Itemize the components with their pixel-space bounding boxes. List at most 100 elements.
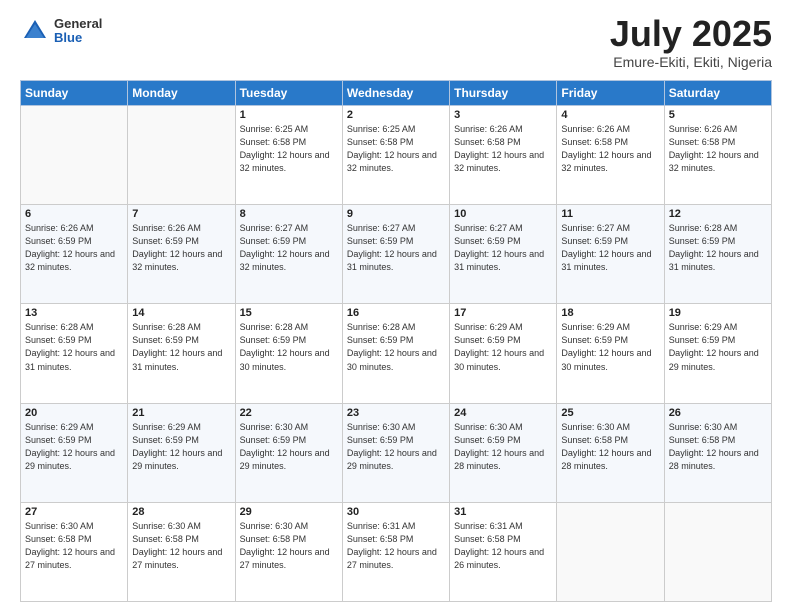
calendar-cell: [21, 106, 128, 205]
day-info: Sunrise: 6:28 AM Sunset: 6:59 PM Dayligh…: [240, 321, 338, 373]
day-info: Sunrise: 6:27 AM Sunset: 6:59 PM Dayligh…: [347, 222, 445, 274]
day-number: 27: [25, 506, 123, 518]
day-info: Sunrise: 6:27 AM Sunset: 6:59 PM Dayligh…: [240, 222, 338, 274]
day-number: 23: [347, 407, 445, 419]
day-number: 2: [347, 109, 445, 121]
day-number: 21: [132, 407, 230, 419]
logo-blue-text: Blue: [54, 31, 102, 45]
day-number: 16: [347, 307, 445, 319]
day-number: 7: [132, 208, 230, 220]
calendar-cell: 3Sunrise: 6:26 AM Sunset: 6:58 PM Daylig…: [450, 106, 557, 205]
day-number: 9: [347, 208, 445, 220]
day-info: Sunrise: 6:26 AM Sunset: 6:59 PM Dayligh…: [132, 222, 230, 274]
day-header-friday: Friday: [557, 81, 664, 106]
day-number: 24: [454, 407, 552, 419]
day-header-tuesday: Tuesday: [235, 81, 342, 106]
calendar-cell: 14Sunrise: 6:28 AM Sunset: 6:59 PM Dayli…: [128, 304, 235, 403]
title-location: Emure-Ekiti, Ekiti, Nigeria: [610, 54, 772, 70]
day-number: 19: [669, 307, 767, 319]
day-number: 4: [561, 109, 659, 121]
calendar-cell: 7 Sunrise: 6:26 AM Sunset: 6:59 PM Daylig…: [128, 205, 235, 304]
day-info: Sunrise: 6:30 AM Sunset: 6:59 PM Dayligh…: [240, 421, 338, 473]
calendar-week-3: 13 Sunrise: 6:28 AM Sunset: 6:59 PM Dayli…: [21, 304, 772, 403]
calendar-cell: 31 Sunrise: 6:31 AM Sunset: 6:58 PM Dayli…: [450, 502, 557, 601]
day-header-wednesday: Wednesday: [342, 81, 449, 106]
day-info: Sunrise: 6:29 AM Sunset: 6:59 PM Dayligh…: [669, 321, 767, 373]
calendar-cell: 12Sunrise: 6:28 AM Sunset: 6:59 PM Dayli…: [664, 205, 771, 304]
day-info: Sunrise: 6:29 AM Sunset: 6:59 PM Dayligh…: [132, 421, 230, 473]
title-block: July 2025 Emure-Ekiti, Ekiti, Nigeria: [610, 16, 772, 70]
day-number: 18: [561, 307, 659, 319]
calendar-cell: [557, 502, 664, 601]
calendar-cell: 15 Sunrise: 6:28 AM Sunset: 6:59 PM Dayli…: [235, 304, 342, 403]
day-number: 14: [132, 307, 230, 319]
day-header-thursday: Thursday: [450, 81, 557, 106]
title-month: July 2025: [610, 16, 772, 52]
day-info: Sunrise: 6:27 AM Sunset: 6:59 PM Dayligh…: [561, 222, 659, 274]
day-info: Sunrise: 6:30 AM Sunset: 6:58 PM Dayligh…: [669, 421, 767, 473]
logo-general-text: General: [54, 17, 102, 31]
day-info: Sunrise: 6:29 AM Sunset: 6:59 PM Dayligh…: [25, 421, 123, 473]
day-number: 12: [669, 208, 767, 220]
calendar-cell: 8 Sunrise: 6:27 AM Sunset: 6:59 PM Daylig…: [235, 205, 342, 304]
day-info: Sunrise: 6:30 AM Sunset: 6:59 PM Dayligh…: [347, 421, 445, 473]
day-number: 1: [240, 109, 338, 121]
calendar-cell: 24 Sunrise: 6:30 AM Sunset: 6:59 PM Dayli…: [450, 403, 557, 502]
calendar-cell: 9 Sunrise: 6:27 AM Sunset: 6:59 PM Daylig…: [342, 205, 449, 304]
calendar-header-row: SundayMondayTuesdayWednesdayThursdayFrid…: [21, 81, 772, 106]
day-info: Sunrise: 6:29 AM Sunset: 6:59 PM Dayligh…: [561, 321, 659, 373]
day-info: Sunrise: 6:26 AM Sunset: 6:59 PM Dayligh…: [25, 222, 123, 274]
calendar-cell: 5 Sunrise: 6:26 AM Sunset: 6:58 PM Daylig…: [664, 106, 771, 205]
calendar-week-5: 27 Sunrise: 6:30 AM Sunset: 6:58 PM Dayli…: [21, 502, 772, 601]
calendar-cell: 20 Sunrise: 6:29 AM Sunset: 6:59 PM Dayli…: [21, 403, 128, 502]
page: General Blue July 2025 Emure-Ekiti, Ekit…: [0, 0, 792, 612]
day-info: Sunrise: 6:29 AM Sunset: 6:59 PM Dayligh…: [454, 321, 552, 373]
calendar-week-1: 1 Sunrise: 6:25 AM Sunset: 6:58 PM Daylig…: [21, 106, 772, 205]
day-info: Sunrise: 6:30 AM Sunset: 6:58 PM Dayligh…: [25, 520, 123, 572]
day-header-sunday: Sunday: [21, 81, 128, 106]
calendar-cell: 4 Sunrise: 6:26 AM Sunset: 6:58 PM Daylig…: [557, 106, 664, 205]
day-number: 5: [669, 109, 767, 121]
calendar-cell: 11 Sunrise: 6:27 AM Sunset: 6:59 PM Dayli…: [557, 205, 664, 304]
calendar-cell: 16 Sunrise: 6:28 AM Sunset: 6:59 PM Dayli…: [342, 304, 449, 403]
day-number: 11: [561, 208, 659, 220]
day-header-saturday: Saturday: [664, 81, 771, 106]
calendar-cell: 13Sunrise: 6:28 AM Sunset: 6:59 PM Dayli…: [21, 304, 128, 403]
calendar-cell: 21 Sunrise: 6:29 AM Sunset: 6:59 PM Dayli…: [128, 403, 235, 502]
day-info: Sunrise: 6:25 AM Sunset: 6:58 PM Dayligh…: [347, 123, 445, 175]
day-info: Sunrise: 6:31 AM Sunset: 6:58 PM Dayligh…: [454, 520, 552, 572]
calendar-cell: 29Sunrise: 6:30 AM Sunset: 6:58 PM Dayli…: [235, 502, 342, 601]
day-header-monday: Monday: [128, 81, 235, 106]
calendar-cell: 2 Sunrise: 6:25 AM Sunset: 6:58 PM Daylig…: [342, 106, 449, 205]
calendar-cell: 26 Sunrise: 6:30 AM Sunset: 6:58 PM Dayli…: [664, 403, 771, 502]
calendar-cell: 30Sunrise: 6:31 AM Sunset: 6:58 PM Dayli…: [342, 502, 449, 601]
day-number: 31: [454, 506, 552, 518]
calendar-cell: 28Sunrise: 6:30 AM Sunset: 6:58 PM Dayli…: [128, 502, 235, 601]
day-info: Sunrise: 6:26 AM Sunset: 6:58 PM Dayligh…: [669, 123, 767, 175]
day-info: Sunrise: 6:31 AM Sunset: 6:58 PM Dayligh…: [347, 520, 445, 572]
day-number: 17: [454, 307, 552, 319]
day-number: 26: [669, 407, 767, 419]
day-info: Sunrise: 6:30 AM Sunset: 6:58 PM Dayligh…: [132, 520, 230, 572]
day-number: 8: [240, 208, 338, 220]
calendar-cell: [128, 106, 235, 205]
logo-icon: [20, 16, 50, 46]
day-number: 10: [454, 208, 552, 220]
day-info: Sunrise: 6:27 AM Sunset: 6:59 PM Dayligh…: [454, 222, 552, 274]
day-number: 22: [240, 407, 338, 419]
calendar-cell: 1Sunrise: 6:25 AM Sunset: 6:58 PM Daylig…: [235, 106, 342, 205]
calendar-week-2: 6Sunrise: 6:26 AM Sunset: 6:59 PM Daylig…: [21, 205, 772, 304]
day-info: Sunrise: 6:30 AM Sunset: 6:59 PM Dayligh…: [454, 421, 552, 473]
day-number: 25: [561, 407, 659, 419]
calendar-cell: 27 Sunrise: 6:30 AM Sunset: 6:58 PM Dayli…: [21, 502, 128, 601]
day-number: 20: [25, 407, 123, 419]
day-number: 3: [454, 109, 552, 121]
day-info: Sunrise: 6:28 AM Sunset: 6:59 PM Dayligh…: [347, 321, 445, 373]
calendar-cell: 6Sunrise: 6:26 AM Sunset: 6:59 PM Daylig…: [21, 205, 128, 304]
calendar-week-4: 20 Sunrise: 6:29 AM Sunset: 6:59 PM Dayli…: [21, 403, 772, 502]
day-info: Sunrise: 6:26 AM Sunset: 6:58 PM Dayligh…: [561, 123, 659, 175]
day-number: 13: [25, 307, 123, 319]
day-number: 15: [240, 307, 338, 319]
calendar-cell: 17 Sunrise: 6:29 AM Sunset: 6:59 PM Dayli…: [450, 304, 557, 403]
header: General Blue July 2025 Emure-Ekiti, Ekit…: [20, 16, 772, 70]
